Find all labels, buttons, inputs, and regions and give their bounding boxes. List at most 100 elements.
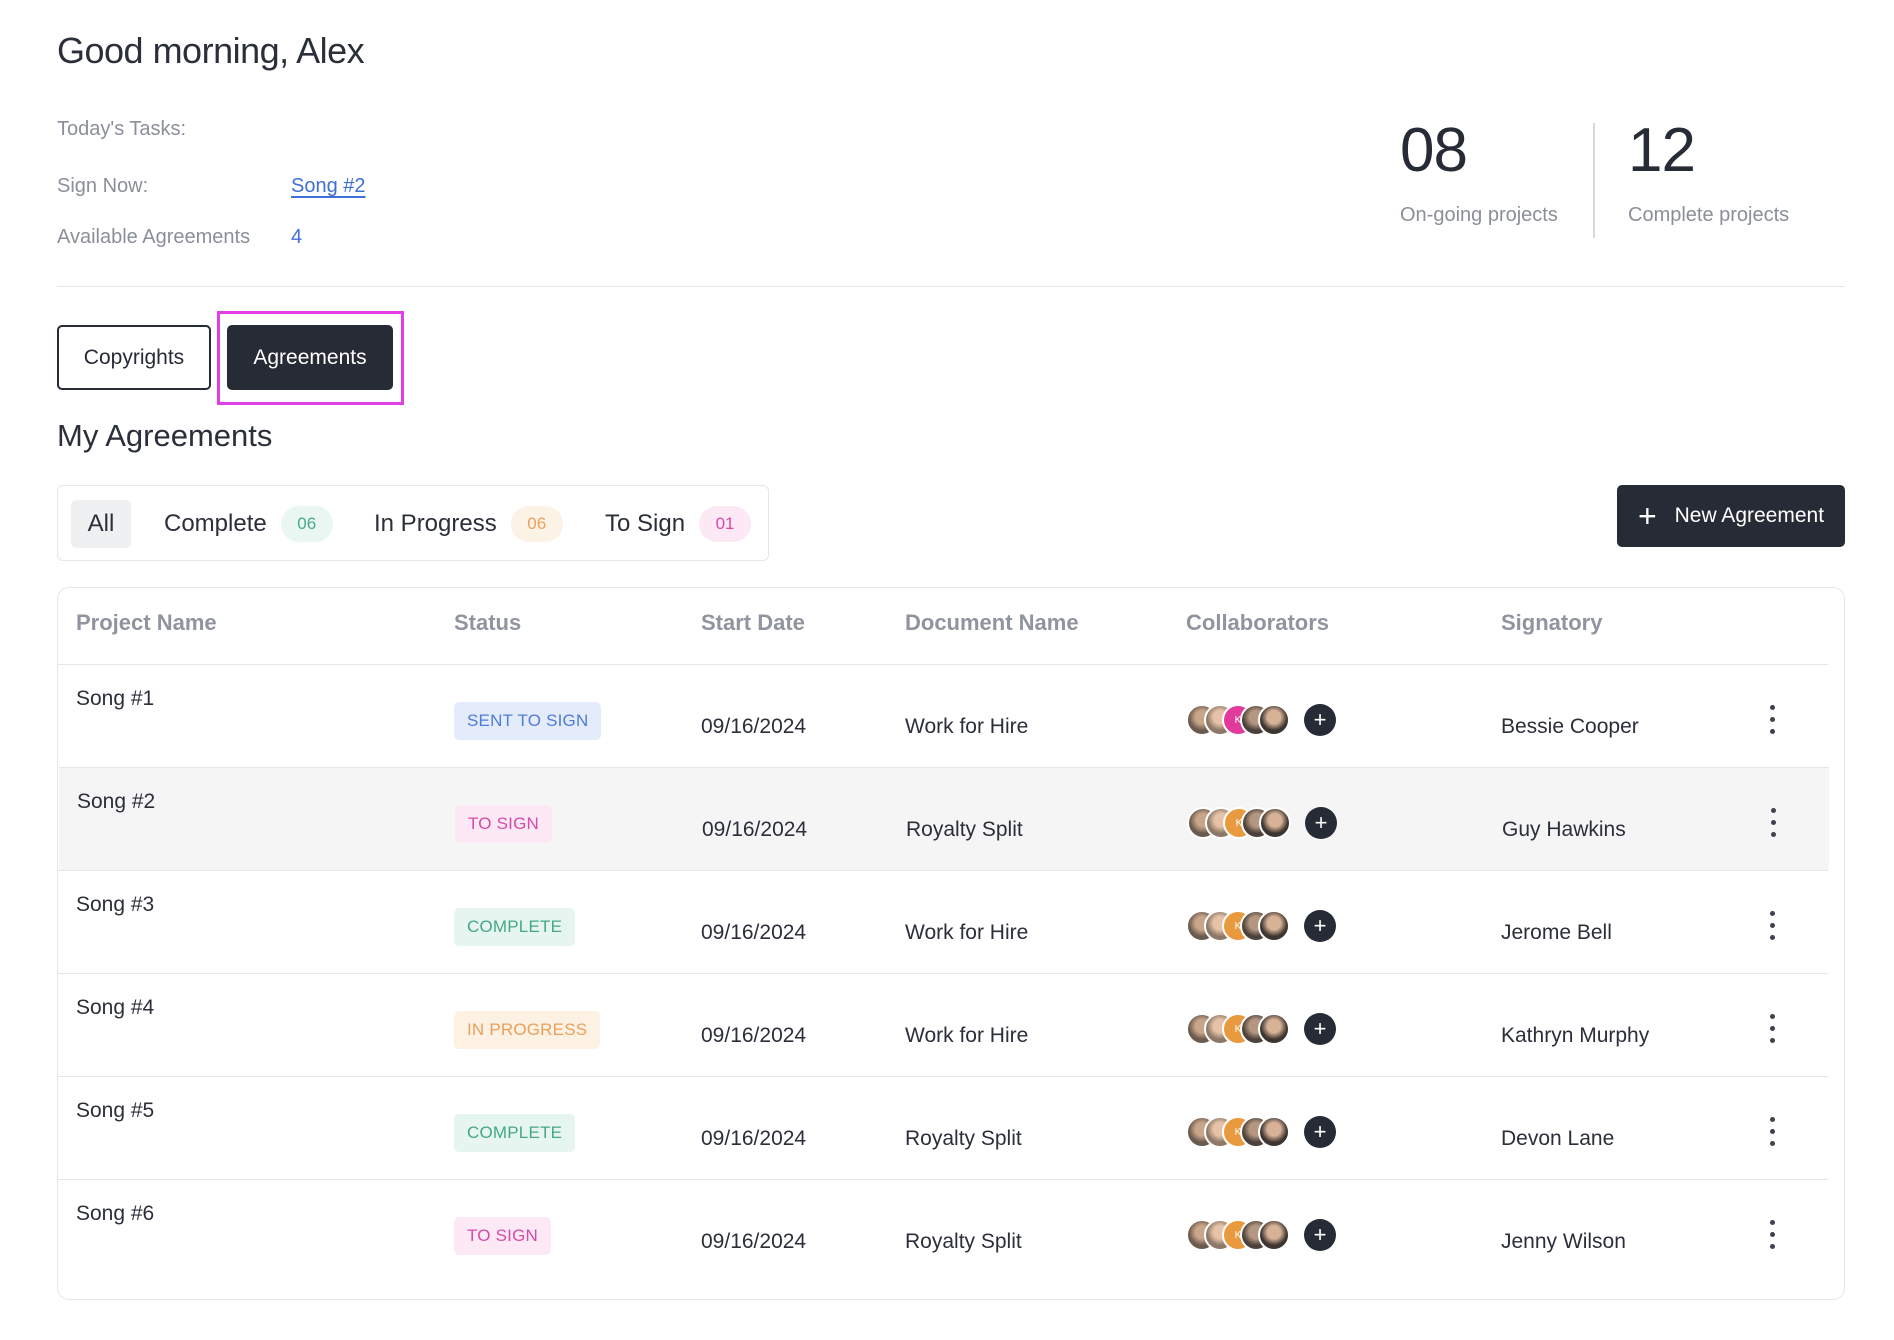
status-filter-bar: All Complete 06 In Progress 06 To Sign 0…: [57, 485, 769, 561]
filter-to-sign-count: 01: [699, 506, 752, 542]
new-agreement-button[interactable]: + New Agreement: [1617, 485, 1845, 547]
start-date: 09/16/2024: [701, 1024, 807, 1047]
project-name[interactable]: Song #3: [76, 893, 154, 917]
section-title: My Agreements: [57, 418, 273, 453]
filter-to-sign[interactable]: To Sign 01: [605, 500, 752, 548]
table-row[interactable]: Song #6 TO SIGN 09/16/2024 Royalty Split K + J…: [58, 1179, 1828, 1282]
sign-now-label: Sign Now:: [57, 175, 149, 197]
document-name[interactable]: Royalty Split: [905, 1127, 1022, 1151]
add-collaborator-icon[interactable]: +: [1304, 1116, 1336, 1148]
more-vertical-icon[interactable]: [1764, 806, 1784, 840]
collaborator-avatars[interactable]: K +: [1186, 1219, 1346, 1253]
filter-to-sign-label: To Sign: [605, 510, 686, 537]
table-row[interactable]: Song #3 COMPLETE 09/16/2024 Work for Hire K +…: [58, 870, 1828, 973]
start-date: 09/16/2024: [702, 818, 808, 841]
add-collaborator-icon[interactable]: +: [1304, 1219, 1336, 1251]
signatory-name: Kathryn Murphy: [1501, 1024, 1650, 1047]
available-agreements-count: 4: [291, 226, 303, 248]
more-vertical-icon[interactable]: [1763, 1012, 1783, 1046]
collaborator-avatars[interactable]: K +: [1186, 1013, 1346, 1047]
header-project-name: Project Name: [76, 610, 217, 635]
filter-complete-count: 06: [280, 506, 333, 542]
ongoing-projects-stat: 08 On-going projects: [1400, 120, 1558, 227]
status-badge: COMPLETE: [454, 908, 576, 946]
tab-copyrights[interactable]: Copyrights: [57, 325, 211, 390]
document-name[interactable]: Work for Hire: [905, 1024, 1028, 1048]
filter-all[interactable]: All: [71, 500, 131, 548]
agreements-table: Project Name Status Start Date Document …: [57, 587, 1845, 1300]
document-name[interactable]: Work for Hire: [905, 715, 1028, 739]
table-header: Project Name Status Start Date Document …: [58, 588, 1844, 664]
table-row[interactable]: Song #4 IN PROGRESS 09/16/2024 Work for Hir…: [58, 973, 1828, 1076]
collaborator-avatars[interactable]: K +: [1186, 1116, 1346, 1150]
filter-in-progress-count: 06: [510, 506, 563, 542]
tab-agreements[interactable]: Agreements: [227, 325, 393, 390]
filter-in-progress[interactable]: In Progress 06: [374, 500, 563, 548]
more-vertical-icon[interactable]: [1763, 703, 1783, 737]
filter-in-progress-label: In Progress: [374, 510, 497, 537]
start-date: 09/16/2024: [701, 1127, 807, 1150]
filter-complete-label: Complete: [164, 510, 267, 537]
new-agreement-label: New Agreement: [1674, 504, 1825, 527]
sign-now-link[interactable]: Song #2: [291, 175, 366, 198]
signatory-name: Devon Lane: [1501, 1127, 1615, 1150]
collaborator-avatars[interactable]: K +: [1186, 910, 1346, 944]
table-row[interactable]: Song #2 TO SIGN 09/16/2024 Royalty Split K + G…: [59, 767, 1829, 870]
document-name[interactable]: Work for Hire: [905, 921, 1028, 945]
project-name[interactable]: Song #6: [76, 1202, 154, 1226]
more-vertical-icon[interactable]: [1763, 1115, 1783, 1149]
add-collaborator-icon[interactable]: +: [1304, 910, 1336, 942]
signatory-name: Guy Hawkins: [1502, 818, 1626, 841]
status-badge: IN PROGRESS: [454, 1011, 601, 1049]
project-name[interactable]: Song #1: [76, 687, 154, 711]
complete-projects-label: Complete projects: [1628, 204, 1790, 226]
status-badge: TO SIGN: [454, 1217, 551, 1255]
ongoing-projects-label: On-going projects: [1400, 204, 1558, 226]
signatory-name: Bessie Cooper: [1501, 715, 1639, 738]
filter-complete[interactable]: Complete 06: [164, 500, 333, 548]
signatory-name: Jerome Bell: [1501, 921, 1612, 944]
project-name[interactable]: Song #5: [76, 1099, 154, 1123]
project-name[interactable]: Song #2: [77, 790, 155, 814]
more-vertical-icon[interactable]: [1763, 909, 1783, 943]
header-collaborators: Collaborators: [1186, 610, 1330, 635]
add-collaborator-icon[interactable]: +: [1305, 807, 1337, 839]
avatar: [1258, 1116, 1290, 1148]
status-badge: SENT TO SIGN: [454, 702, 602, 740]
avatar: [1258, 1013, 1290, 1045]
greeting-title: Good morning, Alex: [57, 30, 365, 71]
tasks-heading: Today's Tasks:: [57, 118, 187, 140]
project-name[interactable]: Song #4: [76, 996, 154, 1020]
stats-divider: [1593, 123, 1595, 238]
table-row[interactable]: Song #5 COMPLETE 09/16/2024 Royalty Split K +…: [58, 1076, 1828, 1179]
section-divider: [57, 286, 1845, 287]
avatar: [1259, 807, 1291, 839]
collaborator-avatars[interactable]: K +: [1187, 807, 1347, 841]
avatar: [1258, 704, 1290, 736]
start-date: 09/16/2024: [701, 715, 807, 738]
start-date: 09/16/2024: [701, 921, 807, 944]
complete-projects-count: 12: [1628, 116, 1696, 185]
avatar: [1258, 910, 1290, 942]
header-status: Status: [454, 610, 522, 635]
signatory-name: Jenny Wilson: [1501, 1230, 1626, 1253]
add-collaborator-icon[interactable]: +: [1304, 704, 1336, 736]
filter-all-label: All: [87, 510, 115, 537]
document-name[interactable]: Royalty Split: [905, 1230, 1022, 1254]
ongoing-projects-count: 08: [1400, 116, 1468, 185]
collaborator-avatars[interactable]: K +: [1186, 704, 1346, 738]
complete-projects-stat: 12 Complete projects: [1628, 120, 1789, 227]
document-name[interactable]: Royalty Split: [906, 818, 1023, 842]
more-vertical-icon[interactable]: [1763, 1218, 1783, 1252]
plus-icon: +: [1637, 498, 1657, 534]
table-row[interactable]: Song #1 SENT TO SIGN 09/16/2024 Work for Hi…: [58, 664, 1828, 767]
add-collaborator-icon[interactable]: +: [1304, 1013, 1336, 1045]
status-badge: TO SIGN: [455, 805, 552, 843]
avatar: [1258, 1219, 1290, 1251]
header-start-date: Start Date: [701, 610, 805, 635]
header-document-name: Document Name: [905, 610, 1079, 635]
header-signatory: Signatory: [1501, 610, 1603, 635]
status-badge: COMPLETE: [454, 1114, 576, 1152]
available-agreements-label: Available Agreements: [57, 226, 251, 248]
start-date: 09/16/2024: [701, 1230, 807, 1253]
